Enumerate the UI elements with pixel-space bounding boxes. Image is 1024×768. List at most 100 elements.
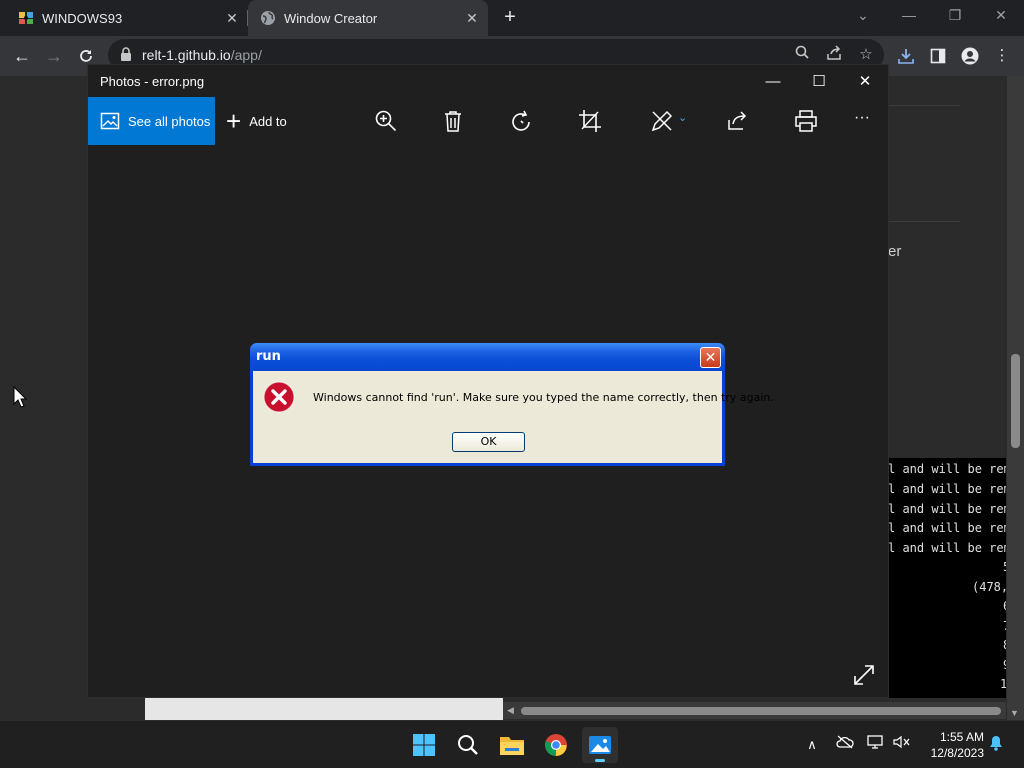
vertical-scroll-thumb[interactable] xyxy=(1011,354,1020,448)
photos-window-title: Photos - error.png xyxy=(100,74,205,89)
active-app-indicator xyxy=(595,759,605,762)
photos-minimize-icon[interactable]: — xyxy=(750,69,796,95)
clock-date: 12/8/2023 xyxy=(930,746,984,760)
error-dialog: run ✕ Windows cannot find 'run'. Make su… xyxy=(250,343,774,466)
photos-maximize-icon[interactable]: ☐ xyxy=(796,69,842,95)
edit-dropdown-chevron-icon[interactable]: ⌄ xyxy=(678,111,687,124)
url-host: relt-1.github.io xyxy=(142,47,231,63)
page-text-fragment: er xyxy=(888,243,902,260)
console-line: 5 xyxy=(1003,560,1006,574)
console-line: 9 xyxy=(1003,658,1006,672)
clock-time: 1:55 AM xyxy=(939,730,984,744)
start-button[interactable] xyxy=(406,727,442,763)
side-panel-icon[interactable] xyxy=(927,45,949,67)
photos-command-bar: See all photos + Add to ⌄ ··· xyxy=(88,97,888,145)
see-all-photos-label: See all photos xyxy=(128,113,211,129)
see-all-photos-button[interactable]: See all photos xyxy=(88,97,215,145)
console-line: l and will be remo xyxy=(888,521,1006,535)
kebab-menu-icon[interactable]: ⋮ xyxy=(991,45,1013,67)
photos-close-icon[interactable]: ✕ xyxy=(842,69,888,95)
taskbar-search-button[interactable] xyxy=(450,727,486,763)
console-line: (478, xyxy=(972,580,1006,594)
browser-minimize-icon[interactable]: — xyxy=(886,4,932,28)
tab-search-chevron-icon[interactable]: ⌄ xyxy=(840,4,886,28)
delete-trash-icon[interactable] xyxy=(441,109,465,133)
browser-close-icon[interactable]: ✕ xyxy=(978,4,1024,28)
url-path: /app/ xyxy=(230,47,262,63)
add-to-button[interactable]: + Add to xyxy=(226,97,287,145)
page-divider xyxy=(888,105,960,106)
tab-windows93[interactable]: WINDOWS93 ✕ xyxy=(0,0,248,36)
zoom-search-icon[interactable] xyxy=(792,45,812,65)
plus-icon: + xyxy=(226,106,242,136)
scroll-down-arrow-icon[interactable]: ▼ xyxy=(1010,708,1019,718)
horizontal-scroll-thumb[interactable] xyxy=(521,707,1001,715)
share-icon[interactable] xyxy=(824,45,844,65)
forward-arrow-icon[interactable]: → xyxy=(42,44,66,68)
tab-windows93-close-icon[interactable]: ✕ xyxy=(224,10,240,26)
back-arrow-icon[interactable]: ← xyxy=(10,44,34,68)
system-clock[interactable]: 1:55 AM 12/8/2023 xyxy=(920,729,984,761)
console-line: 8 xyxy=(1003,638,1006,652)
console-line: 7 xyxy=(1003,619,1006,633)
windows-logo-icon xyxy=(413,734,435,756)
edit-draw-icon[interactable] xyxy=(650,109,674,133)
error-dialog-titlebar: run ✕ xyxy=(250,343,725,371)
new-tab-button[interactable]: + xyxy=(498,6,522,30)
tab-windows93-title: WINDOWS93 xyxy=(42,10,123,26)
photos-app-icon xyxy=(589,736,611,754)
rotate-icon[interactable] xyxy=(510,109,534,133)
taskbar: ∧ 1:55 AM 12/8/2023 xyxy=(0,720,1024,768)
tray-overflow-chevron-icon[interactable]: ∧ xyxy=(802,735,822,755)
onedrive-offline-icon[interactable] xyxy=(835,735,855,755)
network-display-icon[interactable] xyxy=(866,735,886,755)
globe-icon xyxy=(260,10,276,26)
error-x-icon xyxy=(263,381,295,413)
console-line: l and will be remo xyxy=(888,541,1006,555)
console-line: l and will be remo xyxy=(888,502,1006,516)
tab-window-creator-close-icon[interactable]: ✕ xyxy=(464,10,480,26)
windows93-favicon-icon xyxy=(18,10,34,26)
console-line: 1 xyxy=(1000,677,1006,691)
dialog-close-icon[interactable]: ✕ xyxy=(700,347,721,368)
console-line: l and will be remo xyxy=(888,482,1006,496)
error-dialog-title: run xyxy=(256,349,281,364)
error-message: Windows cannot find 'run'. Make sure you… xyxy=(313,391,774,404)
search-icon xyxy=(458,735,478,755)
horizontal-scrollbar[interactable]: ◀ xyxy=(503,702,1006,719)
console-output: l and will be remo l and will be remo l … xyxy=(888,458,1006,698)
console-line: 6 xyxy=(1003,599,1006,613)
download-icon[interactable] xyxy=(895,45,917,67)
taskbar-chrome[interactable] xyxy=(538,727,574,763)
more-options-icon[interactable]: ··· xyxy=(854,109,870,127)
browser-tab-strip: WINDOWS93 ✕ Window Creator ✕ + ⌄ — ❐ ✕ xyxy=(0,0,1024,36)
expand-fullscreen-icon[interactable] xyxy=(852,663,876,687)
notification-bell-icon[interactable] xyxy=(986,735,1006,755)
page-light-panel xyxy=(145,697,503,720)
chrome-icon xyxy=(545,734,567,756)
folder-icon xyxy=(500,737,524,755)
crop-icon[interactable] xyxy=(578,109,602,133)
taskbar-file-explorer[interactable] xyxy=(494,727,530,763)
vertical-scrollbar[interactable]: ▼ xyxy=(1007,76,1024,720)
tab-window-creator-title: Window Creator xyxy=(284,10,378,26)
console-line: l and will be remo xyxy=(888,462,1006,476)
page-divider xyxy=(888,221,960,222)
url-text: relt-1.github.io/app/ xyxy=(142,47,262,63)
zoom-in-icon[interactable] xyxy=(374,109,398,133)
bookmark-star-icon[interactable]: ☆ xyxy=(856,45,876,65)
print-icon[interactable] xyxy=(794,109,818,133)
mouse-cursor-icon xyxy=(13,386,27,408)
profile-icon[interactable] xyxy=(959,45,981,67)
taskbar-photos[interactable] xyxy=(582,727,618,763)
add-to-label: Add to xyxy=(249,113,287,129)
ok-button[interactable]: OK xyxy=(452,432,525,452)
share-arrow-icon[interactable] xyxy=(726,109,750,133)
volume-muted-icon[interactable] xyxy=(892,735,912,755)
photos-titlebar[interactable]: Photos - error.png — ☐ ✕ xyxy=(88,65,888,97)
scroll-left-arrow-icon[interactable]: ◀ xyxy=(507,705,514,716)
browser-restore-icon[interactable]: ❐ xyxy=(932,4,978,28)
tab-window-creator[interactable]: Window Creator ✕ xyxy=(248,0,488,36)
error-dialog-body: Windows cannot find 'run'. Make sure you… xyxy=(253,371,774,463)
photo-gallery-icon xyxy=(100,112,120,130)
